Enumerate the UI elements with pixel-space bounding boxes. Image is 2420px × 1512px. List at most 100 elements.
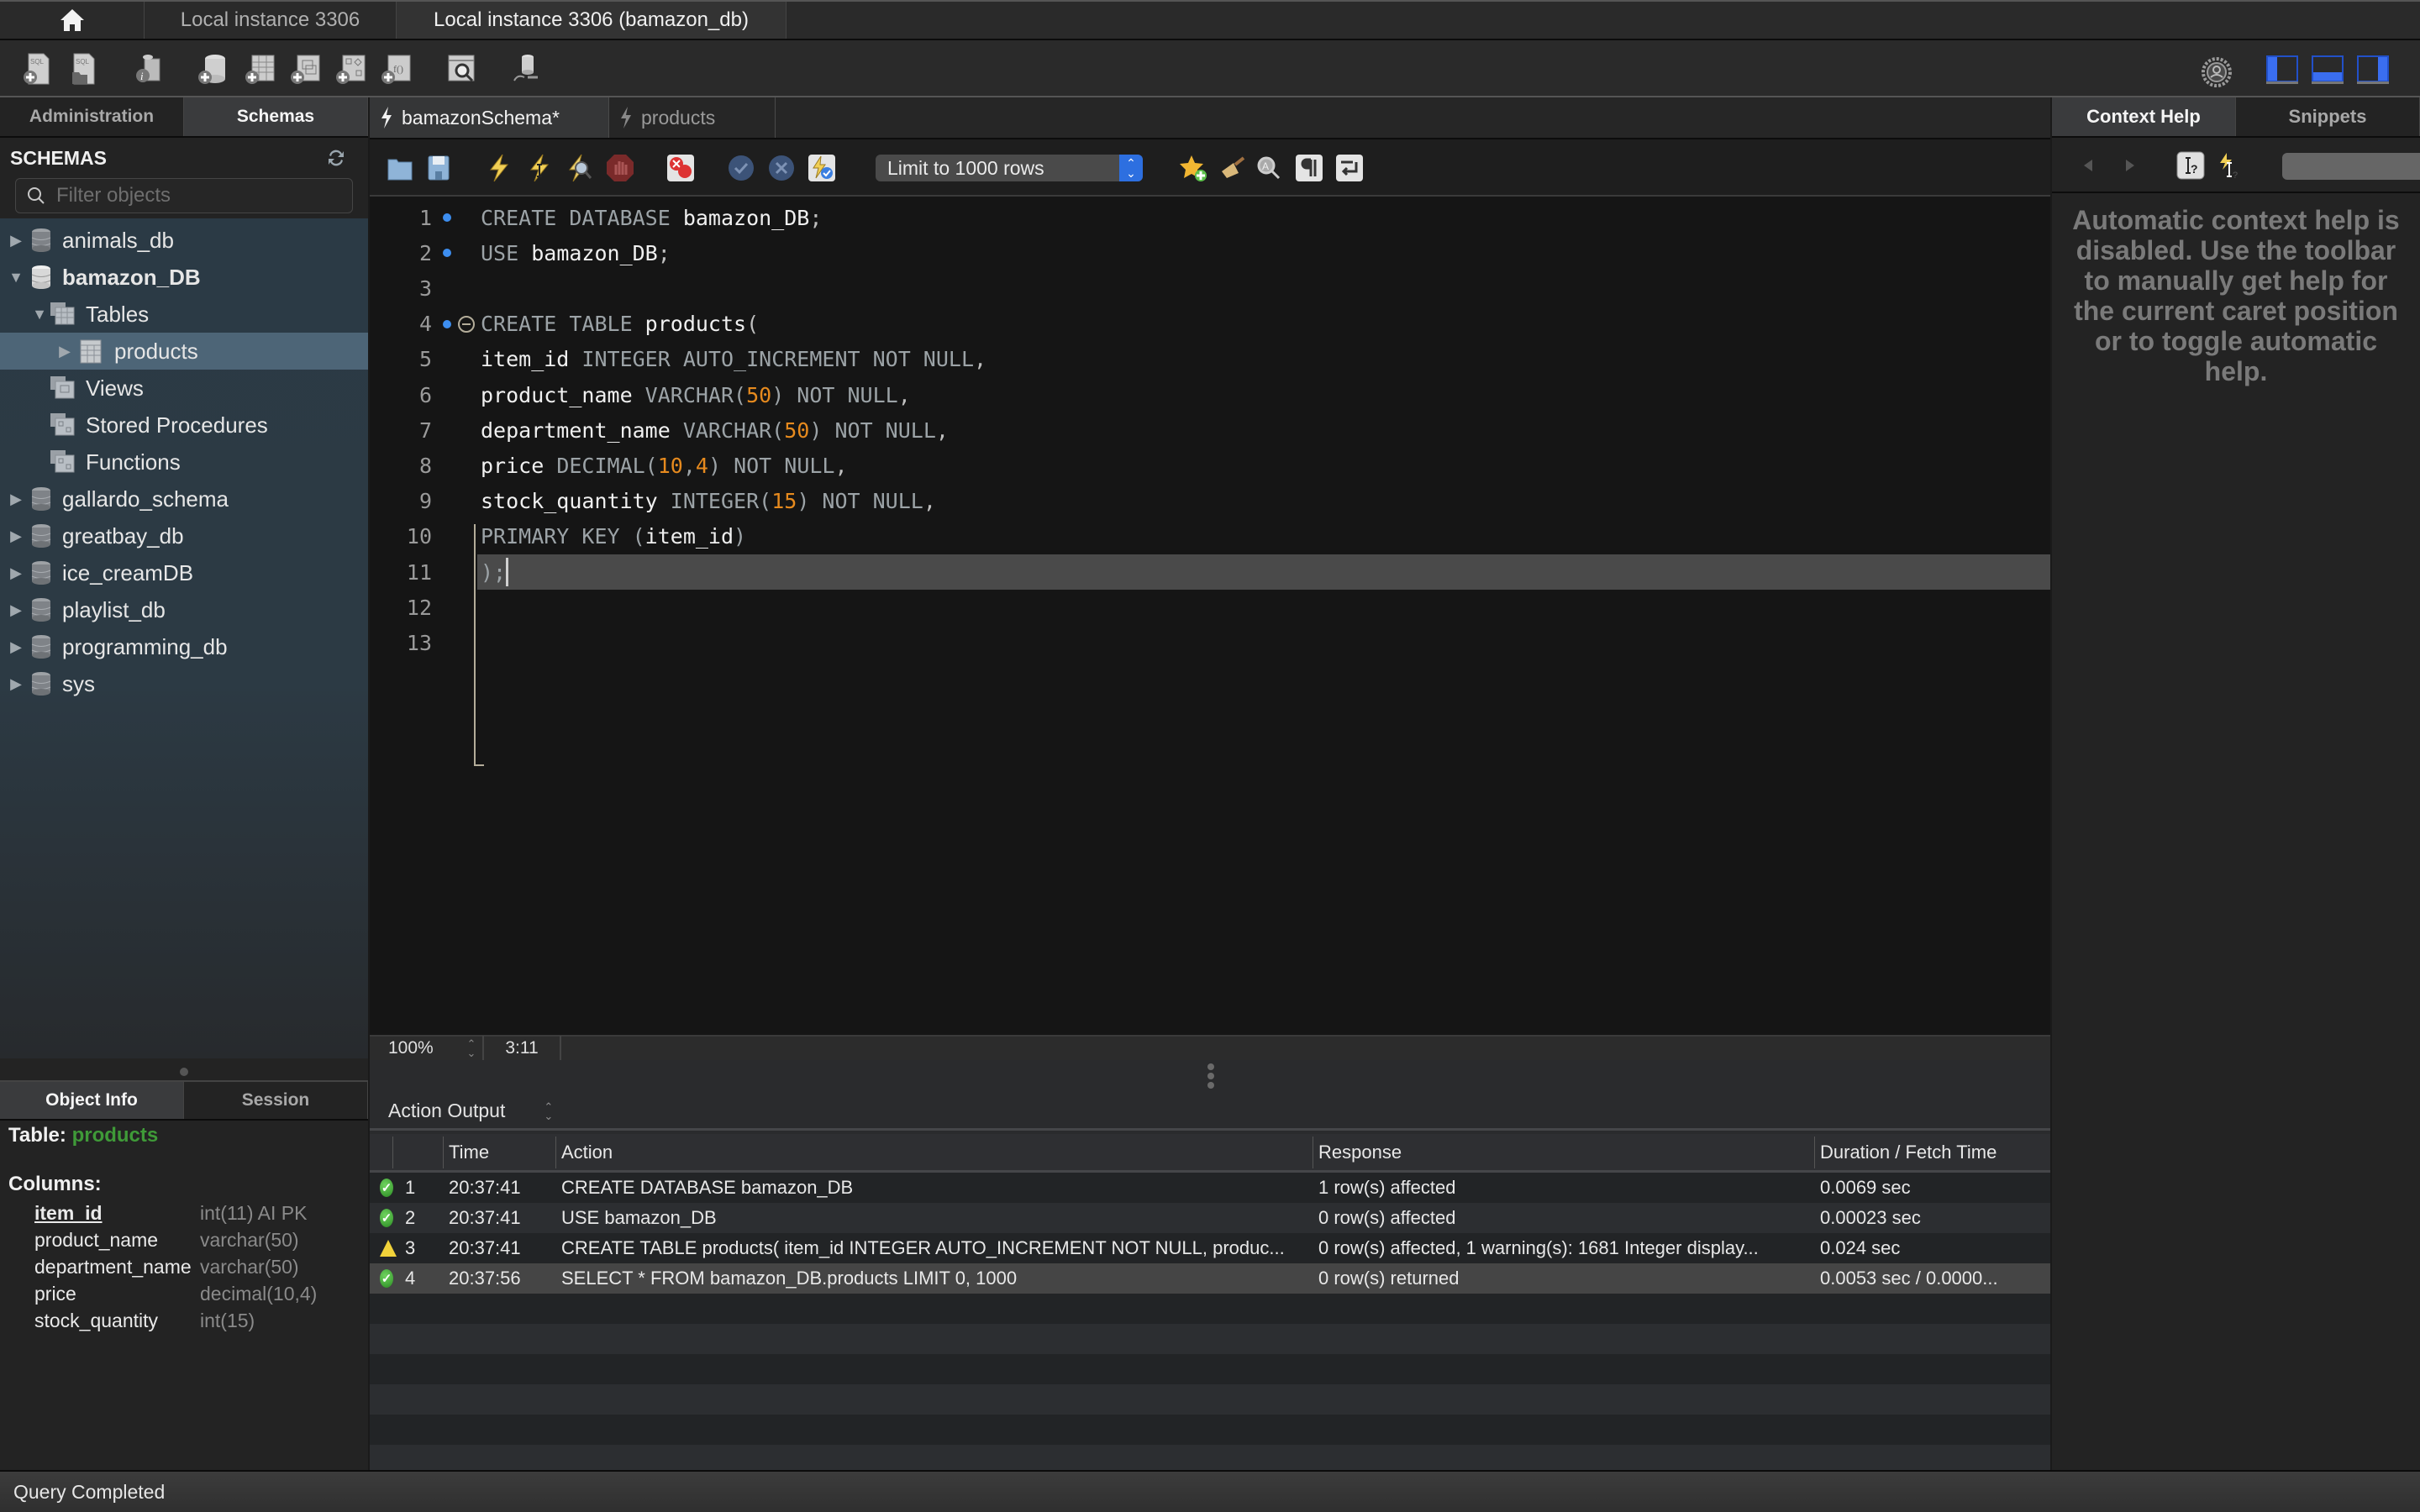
toggle-auto-help-icon[interactable]: ?: [2217, 151, 2242, 180]
reconnect-icon[interactable]: [509, 52, 543, 86]
code-line[interactable]: 3: [370, 270, 2050, 306]
forward-icon[interactable]: [2124, 158, 2136, 173]
code-line[interactable]: 1 CREATE DATABASE bamazon_DB;: [370, 200, 2050, 235]
filter-objects-field[interactable]: [15, 178, 353, 213]
inspector-icon[interactable]: i: [131, 52, 165, 86]
toggle-stop-on-error-icon[interactable]: [666, 153, 696, 183]
collapse-arrow-icon[interactable]: ▼: [7, 269, 25, 286]
code-line[interactable]: 11);: [370, 554, 2050, 590]
tab-session[interactable]: Session: [184, 1082, 368, 1119]
tab-object-info[interactable]: Object Info: [0, 1082, 184, 1119]
output-row[interactable]: ✓ 4 20:37:56 SELECT * FROM bamazon_DB.produ…: [370, 1263, 2050, 1294]
new-sql-tab-icon[interactable]: SQL: [22, 52, 55, 86]
tree-item-stored-procedures-folder[interactable]: Stored Procedures: [0, 407, 368, 444]
tree-item-tables-folder[interactable]: ▼ Tables: [0, 296, 368, 333]
beautify-icon[interactable]: [1218, 153, 1249, 183]
expand-arrow-icon[interactable]: ▶: [7, 601, 25, 619]
sql-editor[interactable]: 1 CREATE DATABASE bamazon_DB; 2 USE bamazon…: [370, 197, 2050, 1035]
tree-item-schema[interactable]: ▶ gallardo_schema: [0, 480, 368, 517]
limit-rows-select[interactable]: Limit to 1000 rows ⌃ ⌄: [876, 155, 1143, 181]
create-procedure-icon[interactable]: [333, 52, 366, 86]
rollback-icon[interactable]: [766, 153, 797, 183]
expand-arrow-icon[interactable]: ▶: [7, 528, 25, 545]
expand-arrow-icon[interactable]: ▶: [7, 491, 25, 508]
toggle-sidebar-icon[interactable]: [2266, 55, 2298, 84]
tree-item-schema[interactable]: ▶ animals_db: [0, 222, 368, 259]
stop-icon[interactable]: [605, 153, 635, 183]
toggle-secondary-sidebar-icon[interactable]: [2357, 55, 2389, 84]
help-topic-field[interactable]: [2282, 153, 2420, 180]
connection-tab-bamazon-db[interactable]: Local instance 3306 (bamazon_db): [397, 2, 786, 39]
col-header-time[interactable]: Time: [444, 1136, 556, 1168]
col-header-duration[interactable]: Duration / Fetch Time: [1815, 1142, 2050, 1163]
home-tab[interactable]: [0, 2, 145, 39]
explain-icon[interactable]: [565, 153, 595, 183]
tree-item-views-folder[interactable]: Views: [0, 370, 368, 407]
open-sql-script-icon[interactable]: SQL: [67, 52, 101, 86]
output-row[interactable]: ✓ 2 20:37:41 USE bamazon_DB 0 row(s) affecte…: [370, 1203, 2050, 1233]
tree-item-schema[interactable]: ▶ programming_db: [0, 628, 368, 665]
output-row[interactable]: ✓ 1 20:37:41 CREATE DATABASE bamazon_DB 1 ro…: [370, 1173, 2050, 1203]
search-table-data-icon[interactable]: [445, 52, 479, 86]
zoom-stepper-icon[interactable]: ⌃ ⌄: [460, 1036, 484, 1061]
tree-item-functions-folder[interactable]: Functions: [0, 444, 368, 480]
tab-administration[interactable]: Administration: [0, 97, 184, 136]
autocommit-icon[interactable]: [807, 153, 837, 183]
code-line[interactable]: 9 stock_quantity INTEGER(15) NOT NULL,: [370, 484, 2050, 519]
expand-arrow-icon[interactable]: ▶: [7, 638, 25, 656]
manual-help-icon[interactable]: ?: [2176, 151, 2205, 180]
save-icon[interactable]: [424, 153, 454, 183]
settings-icon[interactable]: [2200, 55, 2233, 89]
tab-schemas[interactable]: Schemas: [184, 97, 368, 136]
zoom-level[interactable]: 100%: [370, 1038, 460, 1058]
execute-all-icon[interactable]: [484, 153, 514, 183]
code-line[interactable]: 5 item_id INTEGER AUTO_INCREMENT NOT NULL…: [370, 342, 2050, 377]
editor-tab-bamazonschema[interactable]: bamazonSchema*: [370, 97, 609, 138]
editor-tab-products[interactable]: products: [609, 97, 776, 138]
word-wrap-icon[interactable]: [1334, 153, 1365, 183]
expand-arrow-icon[interactable]: ▶: [7, 564, 25, 582]
create-table-icon[interactable]: [242, 52, 276, 86]
expand-arrow-icon[interactable]: ▶: [7, 675, 25, 693]
tree-item-schema[interactable]: ▶ ice_creamDB: [0, 554, 368, 591]
connection-tab-local-instance[interactable]: Local instance 3306: [145, 2, 397, 39]
expand-arrow-icon[interactable]: ▶: [55, 343, 74, 360]
create-view-icon[interactable]: [287, 52, 321, 86]
create-schema-icon[interactable]: [195, 52, 229, 86]
open-file-icon[interactable]: [385, 153, 415, 183]
invisible-characters-icon[interactable]: [1294, 153, 1324, 183]
fold-toggle-icon[interactable]: [455, 315, 477, 333]
tree-item-schema[interactable]: ▼ bamazon_DB: [0, 259, 368, 296]
code-line[interactable]: 2 USE bamazon_DB;: [370, 235, 2050, 270]
col-header-response[interactable]: Response: [1313, 1136, 1815, 1168]
commit-icon[interactable]: [726, 153, 756, 183]
code-line[interactable]: 7 department_name VARCHAR(50) NOT NULL,: [370, 412, 2050, 448]
tree-item-table-products[interactable]: ▶ products: [0, 333, 368, 370]
collapse-arrow-icon[interactable]: ▼: [30, 306, 49, 323]
tab-context-help[interactable]: Context Help: [2052, 97, 2236, 136]
code-line[interactable]: 10 PRIMARY KEY (item_id): [370, 519, 2050, 554]
tree-item-schema[interactable]: ▶ playlist_db: [0, 591, 368, 628]
col-header-action[interactable]: Action: [556, 1136, 1313, 1168]
find-replace-icon[interactable]: A: [1254, 153, 1284, 183]
output-row[interactable]: 3 20:37:41 CREATE TABLE products( item_id …: [370, 1233, 2050, 1263]
code-line[interactable]: 8 price DECIMAL(10, 4) NOT NULL,: [370, 448, 2050, 483]
add-snippet-icon[interactable]: [1178, 153, 1208, 183]
back-icon[interactable]: [2082, 158, 2094, 173]
create-function-icon[interactable]: f(): [378, 52, 412, 86]
tree-item-schema[interactable]: ▶ greatbay_db: [0, 517, 368, 554]
code-line[interactable]: 6 product_name VARCHAR(50) NOT NULL,: [370, 377, 2050, 412]
filter-objects-input[interactable]: [56, 184, 342, 207]
code-line[interactable]: 4 CREATE TABLE products(: [370, 307, 2050, 342]
tree-item-schema[interactable]: ▶ sys: [0, 665, 368, 702]
execute-current-icon[interactable]: [524, 153, 555, 183]
output-selector[interactable]: Action Output ⌃ ⌄: [370, 1094, 2050, 1131]
expand-arrow-icon[interactable]: ▶: [7, 232, 25, 249]
refresh-icon[interactable]: [326, 149, 346, 167]
output-splitter-handle[interactable]: [1207, 1063, 1214, 1091]
tab-snippets[interactable]: Snippets: [2236, 97, 2420, 136]
code-line[interactable]: 12: [370, 590, 2050, 625]
toggle-output-icon[interactable]: [2312, 55, 2344, 84]
code-line[interactable]: 13: [370, 625, 2050, 660]
sidebar-splitter-handle[interactable]: [180, 1068, 188, 1076]
